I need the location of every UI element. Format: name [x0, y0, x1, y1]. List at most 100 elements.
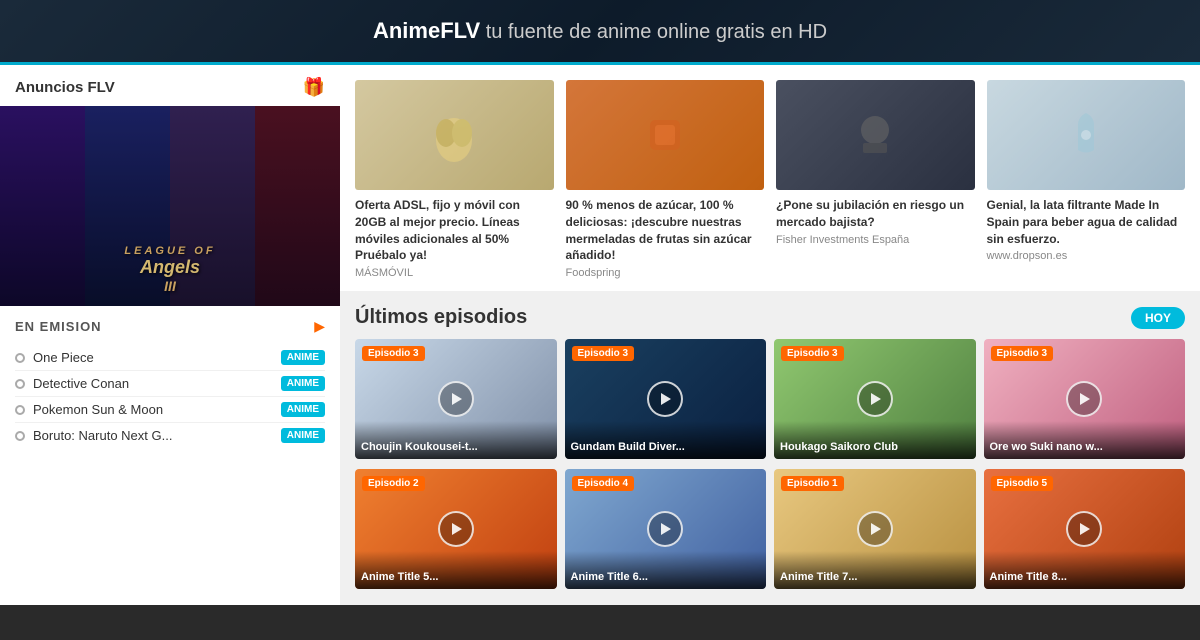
sidebar-list: One Piece ANIME Detective Conan ANIME Po…	[15, 345, 325, 448]
today-badge: HOY	[1131, 307, 1185, 329]
episode-card[interactable]: Episodio 3 Choujin Koukousei-t...	[355, 339, 557, 459]
play-button-icon	[1066, 511, 1102, 547]
play-button-icon	[647, 511, 683, 547]
ad-title: Genial, la lata filtrante Made In Spain …	[987, 197, 1186, 247]
ad-title: 90 % menos de azúcar, 100 % deliciosas: …	[566, 197, 765, 264]
play-button-icon	[857, 381, 893, 417]
episode-title: Gundam Build Diver...	[565, 421, 767, 459]
logo-line3: III	[124, 278, 215, 294]
content-area: Oferta ADSL, fijo y móvil con 20GB al me…	[340, 65, 1200, 605]
episode-grid: Episodio 3 Choujin Koukousei-t... Episod…	[340, 339, 1200, 469]
play-triangle-icon	[871, 523, 881, 535]
episode-card[interactable]: Episodio 2 Anime Title 5...	[355, 469, 557, 589]
list-item-left: Boruto: Naruto Next G...	[15, 428, 172, 443]
tagline: tu fuente de anime online gratis en HD	[480, 21, 827, 43]
item-name: Boruto: Naruto Next G...	[33, 428, 172, 443]
sidebar-list-item[interactable]: Detective Conan ANIME	[15, 371, 325, 397]
episode-title: Houkago Saikoro Club	[774, 421, 976, 459]
ad-title: ¿Pone su jubilación en riesgo un mercado…	[776, 197, 975, 231]
episode-thumb: Episodio 3 Houkago Saikoro Club	[774, 339, 976, 459]
play-button-icon	[1066, 381, 1102, 417]
episode-card[interactable]: Episodio 4 Anime Title 6...	[565, 469, 767, 589]
episode-thumb: Episodio 3 Ore wo Suki nano w...	[984, 339, 1186, 459]
anime-badge: ANIME	[281, 350, 325, 365]
episode-badge: Episodio 3	[781, 346, 844, 361]
section-header: Últimos episodios HOY	[340, 291, 1200, 339]
char-col-1	[0, 106, 85, 306]
brand-name: AnimeFLV	[373, 18, 480, 43]
ad-image	[987, 80, 1186, 190]
episode-thumb: Episodio 2 Anime Title 5...	[355, 469, 557, 589]
section-title: Últimos episodios	[355, 306, 527, 329]
episode-thumb: Episodio 1 Anime Title 7...	[774, 469, 976, 589]
ad-card[interactable]: Genial, la lata filtrante Made In Spain …	[987, 80, 1186, 279]
play-button-icon	[647, 381, 683, 417]
sidebar-list-item[interactable]: Pokemon Sun & Moon ANIME	[15, 397, 325, 423]
ad-card[interactable]: ¿Pone su jubilación en riesgo un mercado…	[776, 80, 975, 279]
episode-badge: Episodio 3	[572, 346, 635, 361]
banner-logo: LEAGUE OF Angels III	[124, 245, 215, 294]
episode-card[interactable]: Episodio 3 Houkago Saikoro Club	[774, 339, 976, 459]
play-triangle-icon	[452, 523, 462, 535]
episode-badge: Episodio 3	[362, 346, 425, 361]
gift-icon: 🎁	[303, 77, 325, 98]
ad-source: Fisher Investments España	[776, 234, 975, 246]
episode-title: Choujin Koukousei-t...	[355, 421, 557, 459]
play-button-icon	[438, 511, 474, 547]
ad-image	[776, 80, 975, 190]
play-triangle-icon	[661, 393, 671, 405]
episode-title: Ore wo Suki nano w...	[984, 421, 1186, 459]
episode-grid-row2: Episodio 2 Anime Title 5... Episodio 4 A…	[340, 469, 1200, 599]
list-item-left: One Piece	[15, 350, 94, 365]
en-emision-section: EN EMISION ▶ One Piece ANIME Detective C…	[0, 306, 340, 453]
play-button-icon	[438, 381, 474, 417]
ad-source: Foodspring	[566, 267, 765, 279]
anuncios-title: Anuncios FLV	[15, 79, 115, 96]
episode-thumb: Episodio 5 Anime Title 8...	[984, 469, 1186, 589]
episode-title: Anime Title 6...	[565, 551, 767, 589]
logo-line1: LEAGUE OF	[124, 245, 215, 257]
sidebar-list-item[interactable]: One Piece ANIME	[15, 345, 325, 371]
item-name: One Piece	[33, 350, 94, 365]
ad-image	[566, 80, 765, 190]
anime-badge: ANIME	[281, 428, 325, 443]
episode-badge: Episodio 1	[781, 476, 844, 491]
ad-image	[355, 80, 554, 190]
episode-card[interactable]: Episodio 3 Gundam Build Diver...	[565, 339, 767, 459]
ad-card[interactable]: 90 % menos de azúcar, 100 % deliciosas: …	[566, 80, 765, 279]
ad-card[interactable]: Oferta ADSL, fijo y móvil con 20GB al me…	[355, 80, 554, 279]
dot-icon	[15, 353, 25, 363]
episode-badge: Episodio 4	[572, 476, 635, 491]
play-triangle-icon	[871, 393, 881, 405]
list-item-left: Detective Conan	[15, 376, 129, 391]
episode-card[interactable]: Episodio 5 Anime Title 8...	[984, 469, 1186, 589]
anime-badge: ANIME	[281, 402, 325, 417]
anime-badge: ANIME	[281, 376, 325, 391]
episode-thumb: Episodio 3 Gundam Build Diver...	[565, 339, 767, 459]
sidebar-list-item[interactable]: Boruto: Naruto Next G... ANIME	[15, 423, 325, 448]
play-triangle-icon	[1080, 523, 1090, 535]
dot-icon	[15, 379, 25, 389]
episode-thumb: Episodio 4 Anime Title 6...	[565, 469, 767, 589]
top-banner: AnimeFLV tu fuente de anime online grati…	[0, 0, 1200, 65]
play-button-icon	[857, 511, 893, 547]
play-triangle-icon	[1080, 393, 1090, 405]
anuncios-header: Anuncios FLV 🎁	[0, 65, 340, 106]
sidebar-banner[interactable]: LEAGUE OF Angels III	[0, 106, 340, 306]
episode-card[interactable]: Episodio 3 Ore wo Suki nano w...	[984, 339, 1186, 459]
char-col-4	[255, 106, 340, 306]
episode-card[interactable]: Episodio 1 Anime Title 7...	[774, 469, 976, 589]
episode-badge: Episodio 5	[991, 476, 1054, 491]
en-emision-header: EN EMISION ▶	[15, 318, 325, 335]
logo-line2: Angels	[124, 257, 215, 278]
play-triangle-icon	[452, 393, 462, 405]
play-triangle-icon	[661, 523, 671, 535]
episode-thumb: Episodio 3 Choujin Koukousei-t...	[355, 339, 557, 459]
ad-title: Oferta ADSL, fijo y móvil con 20GB al me…	[355, 197, 554, 264]
episode-title: Anime Title 8...	[984, 551, 1186, 589]
item-name: Pokemon Sun & Moon	[33, 402, 163, 417]
episode-title: Anime Title 5...	[355, 551, 557, 589]
sidebar: Anuncios FLV 🎁 LEAGUE OF Angels III EN E…	[0, 65, 340, 605]
ad-source: www.dropson.es	[987, 250, 1186, 262]
ad-source: MÁSMÓVIL	[355, 267, 554, 279]
